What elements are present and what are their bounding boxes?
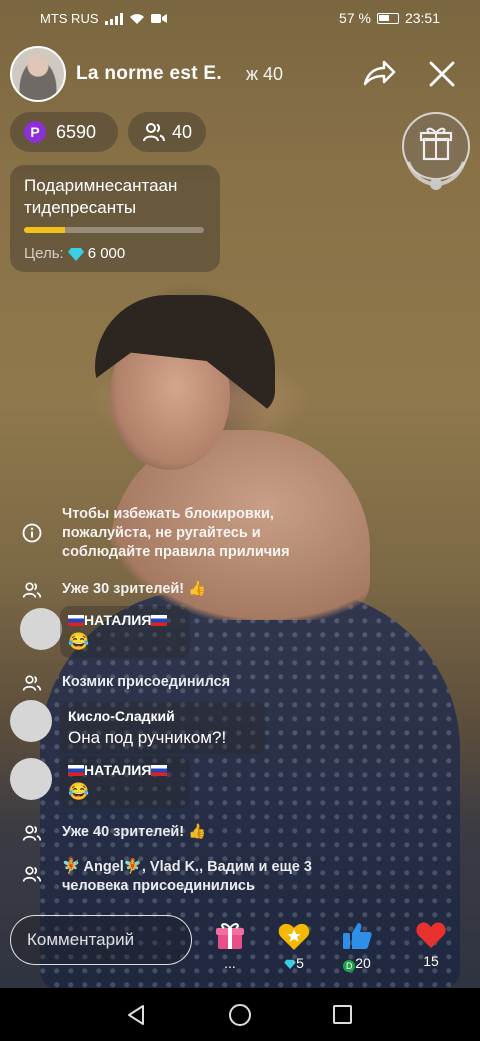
goal-target: Цель: 6 000: [24, 245, 206, 262]
goal-label: Цель:: [24, 245, 64, 262]
chat-event-text: 🧚 Angel🧚, Vlad K., Вадим и еще 3 человек…: [62, 859, 312, 894]
users-icon: [143, 123, 165, 142]
chat-message-bubble[interactable]: НАТАЛИЯ 😂: [60, 606, 190, 658]
carrier-label: MTS RUS: [40, 11, 99, 26]
viewers-pill[interactable]: 40: [128, 112, 206, 152]
chat-message-text: 😂: [68, 632, 90, 651]
chat-message-text: Чтобы избежать блокировки, пожалуйста, н…: [62, 506, 290, 560]
chat-avatar[interactable]: [10, 758, 52, 800]
close-icon[interactable]: [428, 60, 456, 88]
like-count-value: 20: [355, 955, 371, 971]
goal-card[interactable]: Подаримнесантаан тидепресанты Цель: 6 00…: [10, 165, 220, 272]
viewers-count: 40: [172, 121, 193, 142]
diamond-icon: [284, 959, 296, 969]
status-bar: MTS RUS 57 % 23:51: [0, 0, 480, 36]
clock: 23:51: [404, 10, 440, 26]
back-icon[interactable]: [126, 1004, 146, 1026]
users-icon: [22, 582, 42, 598]
stream-header: La norme est E. ж 40: [10, 46, 470, 102]
russia-flag-icon: [151, 615, 168, 626]
users-icon: [22, 866, 42, 882]
streamer-name[interactable]: La norme est E.: [76, 63, 222, 85]
info-icon: [22, 523, 42, 543]
goal-amount: 6 000: [87, 245, 126, 262]
comment-input[interactable]: Комментарий: [10, 915, 192, 965]
view-count: ж 40: [246, 64, 284, 84]
chat-event-text: Уже 40 зрителей! 👍: [62, 824, 207, 840]
chat-event-text: Козмик присоединился: [62, 674, 231, 690]
coin-icon: P: [24, 121, 46, 143]
gift-icon: [216, 923, 244, 949]
diamond-icon: [67, 247, 84, 261]
system-navigation-bar: [0, 988, 480, 1041]
chat-message-bubble[interactable]: Кисло-Сладкий Она под ручником?!: [60, 702, 266, 754]
star-heart-icon: [278, 923, 310, 950]
recent-apps-icon[interactable]: [333, 1005, 352, 1024]
users-icon: [22, 825, 42, 841]
star-count: 5: [274, 955, 314, 971]
chat-message-text: 😂: [68, 782, 90, 801]
chat-avatar[interactable]: [10, 700, 52, 742]
chat-username: НАТАЛИЯ: [84, 762, 152, 778]
chat-avatar[interactable]: [20, 608, 62, 650]
chat-event: Уже 40 зрителей! 👍: [10, 823, 470, 845]
chat-event: Козмик присоединился: [10, 673, 470, 695]
star-count-value: 5: [296, 955, 304, 971]
gift-button[interactable]: ...: [210, 921, 250, 971]
heart-button[interactable]: 15: [411, 921, 451, 969]
gift-more-dots: ...: [224, 955, 236, 971]
chat-event: 🧚 Angel🧚, Vlad K., Вадим и еще 3 человек…: [10, 858, 470, 898]
coins-count: 6590: [56, 121, 97, 142]
star-button[interactable]: 5: [274, 921, 314, 971]
like-button[interactable]: D 20: [337, 921, 377, 972]
coins-pill[interactable]: P 6590: [10, 112, 118, 152]
russia-flag-icon: [151, 765, 168, 776]
heart-count: 15: [423, 953, 439, 969]
chat-message-bubble[interactable]: НАТАЛИЯ 😂: [60, 756, 190, 808]
wifi-icon: [129, 13, 144, 24]
signal-icon: [104, 12, 123, 25]
video-camera-icon: [150, 14, 167, 23]
gift-ranking-badge-icon[interactable]: [400, 112, 472, 192]
home-icon[interactable]: [229, 1004, 251, 1026]
russia-flag-icon: [68, 765, 84, 776]
chat-username: НАТАЛИЯ: [84, 612, 152, 628]
d-coin-icon: D: [343, 960, 356, 972]
bottom-bar: Комментарий ... 5 D 20 15: [10, 915, 470, 985]
goal-progress-bar: [24, 227, 204, 233]
heart-icon: [416, 922, 446, 948]
battery-icon: [376, 12, 399, 24]
chat-event-text: Уже 30 зрителей! 👍: [62, 581, 207, 597]
battery-percent: 57 %: [339, 10, 371, 26]
chat-event: Уже 30 зрителей! 👍: [10, 580, 470, 602]
chat-username: Кисло-Сладкий: [68, 708, 175, 724]
thumbs-up-icon: [343, 923, 372, 949]
goal-progress-fill: [24, 227, 66, 233]
share-icon[interactable]: [362, 58, 396, 88]
streamer-avatar[interactable]: [10, 46, 66, 102]
users-icon: [22, 675, 42, 691]
russia-flag-icon: [68, 615, 84, 626]
like-count: D 20: [337, 955, 377, 972]
chat-message-text: Она под ручником?!: [68, 728, 227, 747]
chat-system-message: Чтобы избежать блокировки, пожалуйста, н…: [10, 505, 470, 565]
goal-title: Подаримнесантаан тидепресанты: [24, 176, 178, 217]
